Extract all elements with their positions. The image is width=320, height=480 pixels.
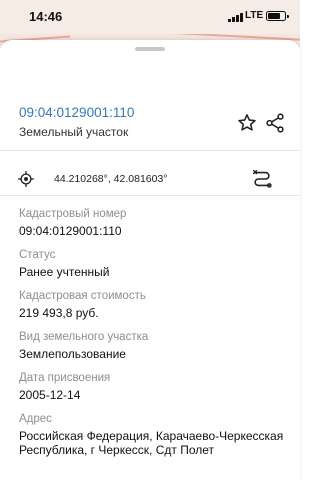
cadastral-number-link[interactable]: 09:04:0129001:110 <box>19 105 134 120</box>
divider <box>0 150 300 151</box>
battery-tip <box>286 14 289 18</box>
field-value-land-type: Землепользование <box>19 347 126 361</box>
field-value-cadastral-value: 219 493,8 руб. <box>19 306 99 320</box>
field-value-status: Ранее учтенный <box>19 265 110 279</box>
field-label-cadastral-value: Кадастровая стоимость <box>19 290 146 302</box>
star-outline-icon[interactable] <box>236 112 258 139</box>
field-value-address: Российская Федерация, Карачаево-Черкесск… <box>19 429 284 457</box>
parcel-type: Земельный участок <box>19 125 129 139</box>
field-label-status: Статус <box>19 249 56 261</box>
gps-crosshair-icon[interactable] <box>17 170 35 193</box>
coordinates-text[interactable]: 44.210268°, 42.081603° <box>54 173 168 185</box>
status-bar: 14:46 LTE <box>0 0 300 34</box>
field-label-assignment-date: Дата присвоения <box>19 372 111 384</box>
field-label-address: Адрес <box>19 413 52 425</box>
network-type: LTE <box>245 10 264 21</box>
status-time: 14:46 <box>29 9 63 24</box>
field-label-land-type: Вид земельного участка <box>19 331 149 343</box>
battery-fill <box>268 13 281 19</box>
share-icon[interactable] <box>264 112 286 139</box>
parcel-info-sheet[interactable]: 09:04:0129001:110 Земельный участок 44.2… <box>0 40 300 480</box>
field-label-cadastral-number: Кадастровый номер <box>19 208 127 220</box>
battery-icon <box>266 11 289 21</box>
field-value-cadastral-number: 09:04:0129001:110 <box>19 224 122 238</box>
signal-icon <box>228 13 243 22</box>
field-value-assignment-date: 2005-12-14 <box>19 388 81 402</box>
drag-handle[interactable] <box>135 47 165 51</box>
divider <box>0 195 300 196</box>
route-icon[interactable] <box>251 168 273 195</box>
